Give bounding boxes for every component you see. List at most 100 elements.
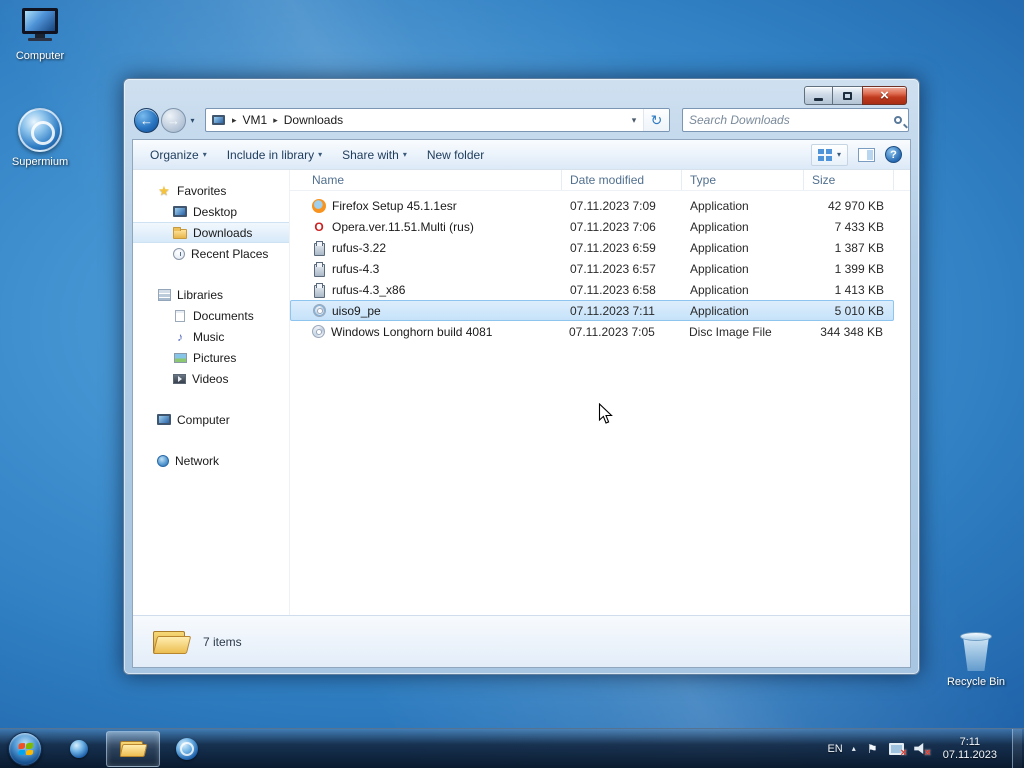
- column-label: Date modified: [570, 173, 645, 187]
- opera-icon: [312, 220, 326, 234]
- sidebar-section-computer[interactable]: Computer: [133, 409, 289, 430]
- sidebar-section-network[interactable]: Network: [133, 450, 289, 471]
- clock-time: 7:11: [959, 735, 981, 748]
- forward-button[interactable]: [161, 107, 186, 133]
- file-row-rufus-43-x86[interactable]: rufus-4.3_x86 07.11.2023 6:58 Applicatio…: [290, 279, 894, 300]
- file-list-pane[interactable]: Name Date modified Type Size Firefox Set…: [290, 170, 910, 615]
- file-rows: Firefox Setup 45.1.1esr 07.11.2023 7:09 …: [290, 191, 910, 342]
- navigation-pane: Favorites Desktop Downloads Recent Place…: [133, 170, 290, 615]
- maximize-button[interactable]: [833, 86, 862, 105]
- search-box: [682, 108, 909, 132]
- file-row-windows-longhorn[interactable]: Windows Longhorn build 4081 07.11.2023 7…: [290, 321, 894, 342]
- share-with-menu[interactable]: Share with: [333, 144, 416, 166]
- breadcrumb-folder[interactable]: Downloads: [280, 110, 347, 130]
- refresh-button[interactable]: [643, 109, 669, 131]
- desktop-icon-computer[interactable]: Computer: [2, 8, 78, 62]
- rufus-icon: [312, 240, 326, 255]
- search-icon: [894, 116, 902, 124]
- file-size: 1 413 KB: [834, 282, 884, 297]
- organize-label: Organize: [150, 147, 199, 162]
- sidebar-section-libraries[interactable]: Libraries: [133, 284, 289, 305]
- breadcrumb-chevron-icon[interactable]: [271, 115, 280, 126]
- sidebar-item-label: Music: [193, 329, 225, 344]
- show-hidden-icons-button[interactable]: [852, 744, 856, 753]
- new-folder-button[interactable]: New folder: [418, 144, 493, 166]
- supermium-icon: [18, 108, 62, 152]
- file-name: rufus-4.3: [332, 261, 380, 276]
- sidebar-section-favorites[interactable]: Favorites: [133, 180, 289, 201]
- minimize-button[interactable]: [804, 86, 833, 105]
- action-center-icon[interactable]: [865, 742, 880, 756]
- sidebar-item-documents[interactable]: Documents: [133, 305, 289, 326]
- column-header-type[interactable]: Type: [682, 170, 804, 190]
- file-type: Disc Image File: [689, 324, 772, 339]
- network-icon[interactable]: [889, 742, 906, 759]
- rufus-icon: [312, 282, 326, 297]
- address-dropdown-icon[interactable]: [625, 115, 643, 126]
- file-row-opera[interactable]: Opera.ver.11.51.Multi (rus) 07.11.2023 7…: [290, 216, 894, 237]
- chevron-down-icon: [318, 150, 322, 159]
- file-size: 1 399 KB: [834, 261, 884, 276]
- windows-flag-icon: [18, 742, 33, 755]
- search-input[interactable]: [689, 113, 894, 127]
- taskbar-browser-button[interactable]: [52, 731, 106, 767]
- chevron-down-icon: [403, 150, 407, 159]
- toolbar-right-group: [810, 143, 902, 166]
- chevron-down-icon: [837, 150, 841, 159]
- show-desktop-button[interactable]: [1012, 729, 1022, 768]
- music-icon: [173, 330, 187, 344]
- file-name: Windows Longhorn build 4081: [331, 324, 493, 339]
- file-date: 07.11.2023 7:09: [570, 198, 656, 213]
- preview-pane-button[interactable]: [858, 147, 875, 162]
- help-button[interactable]: [885, 146, 902, 163]
- window-body: Organize Include in library Share with N…: [132, 139, 911, 668]
- file-date: 07.11.2023 7:05: [569, 324, 655, 339]
- titlebar[interactable]: [124, 79, 919, 107]
- sidebar-item-pictures[interactable]: Pictures: [133, 347, 289, 368]
- column-header-size[interactable]: Size: [804, 170, 894, 190]
- favorites-star-icon: [157, 184, 171, 198]
- file-row-uiso9-pe[interactable]: uiso9_pe 07.11.2023 7:11 Application 5 0…: [290, 300, 894, 321]
- sidebar-item-label: Pictures: [193, 350, 237, 365]
- sidebar-item-recent-places[interactable]: Recent Places: [133, 243, 289, 264]
- volume-icon[interactable]: [913, 742, 930, 759]
- sidebar-item-videos[interactable]: Videos: [133, 368, 289, 389]
- sidebar-item-desktop[interactable]: Desktop: [133, 201, 289, 222]
- sidebar-item-downloads[interactable]: Downloads: [133, 222, 289, 243]
- clock[interactable]: 7:11 07.11.2023: [937, 736, 1003, 762]
- taskbar-supermium-button[interactable]: [160, 731, 214, 767]
- desktop-icon-supermium[interactable]: Supermium: [2, 108, 78, 168]
- change-view-button[interactable]: [810, 143, 848, 166]
- file-row-firefox-setup[interactable]: Firefox Setup 45.1.1esr 07.11.2023 7:09 …: [290, 195, 894, 216]
- close-button[interactable]: [862, 86, 907, 105]
- file-row-rufus-43[interactable]: rufus-4.3 07.11.2023 6:57 Application 1 …: [290, 258, 894, 279]
- libraries-label: Libraries: [177, 287, 224, 302]
- column-header-date-modified[interactable]: Date modified: [562, 170, 682, 190]
- organize-menu[interactable]: Organize: [141, 144, 216, 166]
- desktop-icon-recycle-bin[interactable]: Recycle Bin: [938, 630, 1014, 688]
- back-button[interactable]: [134, 107, 159, 133]
- file-name: Firefox Setup 45.1.1esr: [332, 198, 457, 213]
- column-header-name[interactable]: Name: [290, 170, 562, 190]
- file-name: uiso9_pe: [332, 303, 381, 318]
- desktop-icon: [173, 206, 187, 217]
- sidebar-item-music[interactable]: Music: [133, 326, 289, 347]
- folder-icon: [153, 628, 189, 656]
- recent-pages-dropdown-icon[interactable]: [186, 116, 199, 125]
- language-indicator[interactable]: EN: [827, 743, 842, 755]
- command-toolbar: Organize Include in library Share with N…: [133, 140, 910, 170]
- file-name: rufus-4.3_x86: [332, 282, 406, 297]
- start-button[interactable]: [8, 731, 42, 766]
- chevron-down-icon: [203, 150, 207, 159]
- address-bar[interactable]: VM1 Downloads: [205, 108, 670, 132]
- explorer-folder-icon: [120, 739, 146, 759]
- main-area: Favorites Desktop Downloads Recent Place…: [133, 170, 910, 615]
- breadcrumb-root[interactable]: VM1: [239, 110, 272, 130]
- file-type: Application: [690, 261, 749, 276]
- breadcrumb-chevron-icon[interactable]: [230, 115, 239, 126]
- include-in-library-menu[interactable]: Include in library: [218, 144, 331, 166]
- file-row-rufus-322[interactable]: rufus-3.22 07.11.2023 6:59 Application 1…: [290, 237, 894, 258]
- sidebar-item-label: Desktop: [193, 204, 238, 219]
- file-date: 07.11.2023 6:57: [570, 261, 656, 276]
- taskbar-explorer-button[interactable]: [106, 730, 160, 767]
